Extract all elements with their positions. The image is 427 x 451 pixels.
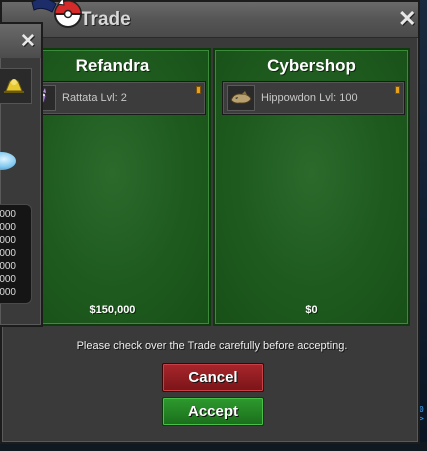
gold-item-icon bbox=[4, 79, 24, 93]
side-stats-panel: 000 000 000 000 000 000 000 bbox=[0, 204, 32, 304]
trade-close-button[interactable]: ✕ bbox=[398, 8, 416, 30]
trade-money-left: $150,000 bbox=[89, 304, 136, 316]
trade-panel-left: Refandra Rattata Lvl: 2 $150,000 bbox=[14, 48, 211, 326]
side-stat-value: 000 bbox=[0, 261, 16, 272]
side-stat-value: 000 bbox=[0, 222, 16, 233]
trader-name-right: Cybershop bbox=[267, 56, 356, 75]
trade-item-row-right[interactable]: Hippowdon Lvl: 100 bbox=[222, 81, 405, 115]
trade-item-label-right: Hippowdon Lvl: 100 bbox=[261, 92, 358, 104]
trade-window: Trade ✕ Refandra Rattata Lvl: 2 $150,000… bbox=[0, 0, 420, 444]
trade-item-label-left: Rattata Lvl: 2 bbox=[62, 92, 127, 104]
side-window-header[interactable]: ✕ bbox=[0, 24, 41, 58]
side-stat-value: 000 bbox=[0, 274, 16, 285]
side-close-button[interactable]: ✕ bbox=[20, 31, 36, 53]
trade-item-row-left[interactable]: Rattata Lvl: 2 bbox=[23, 81, 206, 115]
side-stat-value: 000 bbox=[0, 248, 16, 259]
side-item-slot[interactable] bbox=[0, 68, 32, 104]
trade-panel-right: Cybershop Hippowdon Lvl: 100 $0 bbox=[213, 48, 410, 326]
hippowdon-sprite-icon bbox=[227, 85, 255, 111]
disc-icon bbox=[0, 152, 16, 170]
trade-money-right: $0 bbox=[305, 304, 318, 316]
item-badge-icon bbox=[395, 86, 400, 94]
side-window: ✕ 000 000 000 000 000 000 000 bbox=[0, 22, 43, 327]
trader-name-left: Refandra bbox=[75, 56, 150, 75]
trade-window-title: Trade bbox=[80, 9, 131, 30]
side-stat-value: 000 bbox=[0, 235, 16, 246]
item-badge-icon bbox=[196, 86, 201, 94]
accept-button[interactable]: Accept bbox=[162, 397, 264, 426]
trade-notice-text: Please check over the Trade carefully be… bbox=[76, 340, 348, 352]
side-stat-value: 000 bbox=[0, 209, 16, 220]
cancel-button[interactable]: Cancel bbox=[162, 363, 264, 392]
side-stat-value: 000 bbox=[0, 287, 16, 298]
